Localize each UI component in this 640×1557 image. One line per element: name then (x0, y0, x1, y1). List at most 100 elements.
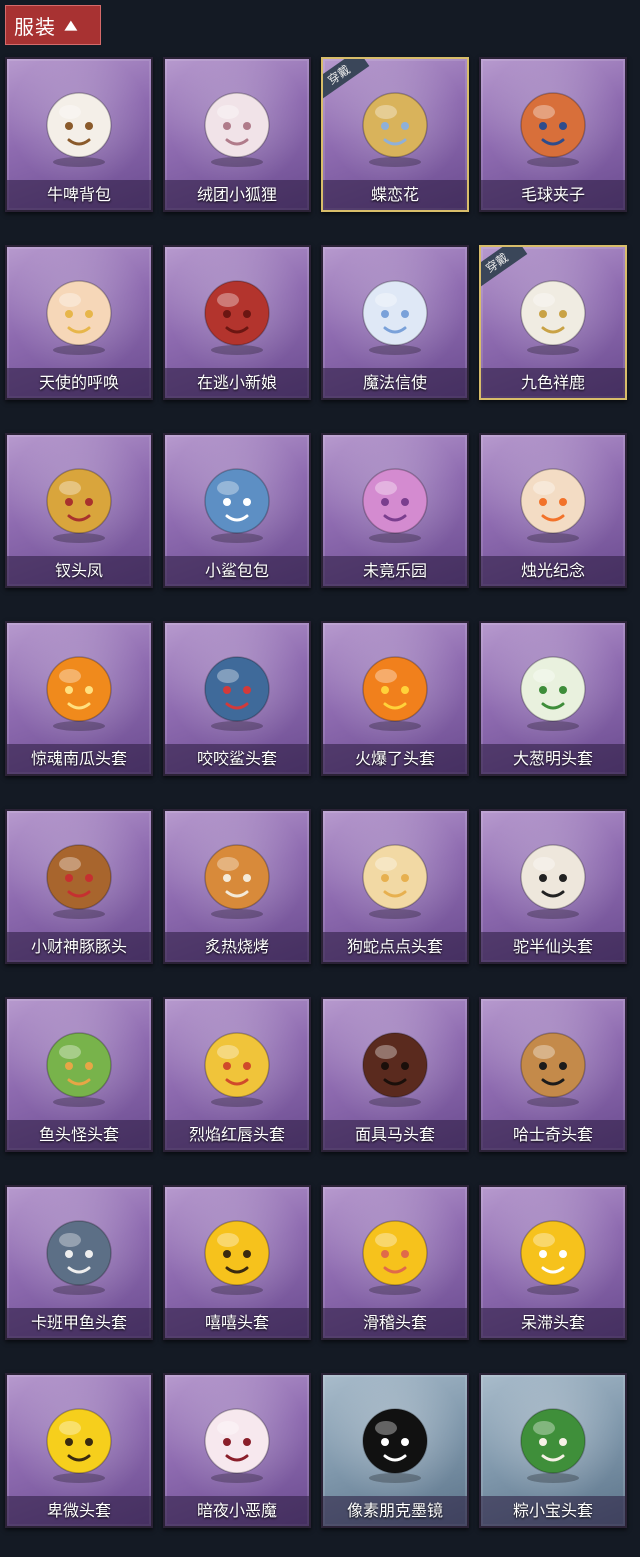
husky-head-icon (505, 1017, 601, 1113)
costume-grid: 牛啤背包 绒团小狐狸 穿戴 蝶恋花 毛球夹子天使的呼唤 在逃小新娘 魔法信使 穿戴 九色祥鹿钗头… (5, 57, 635, 1528)
costume-name: 鱼头怪头套 (7, 1120, 151, 1150)
costume-card[interactable]: 驼半仙头套 (479, 809, 627, 964)
costume-name: 绒团小狐狸 (165, 180, 309, 210)
costume-card[interactable]: 鱼头怪头套 (5, 997, 153, 1152)
costume-card[interactable]: 咬咬鲨头套 (163, 621, 311, 776)
costume-name: 粽小宝头套 (481, 1496, 625, 1526)
cow-beer-icon (31, 77, 127, 173)
costume-name: 魔法信使 (323, 368, 467, 398)
costume-name: 烛光纪念 (481, 556, 625, 586)
elephant-icon (347, 265, 443, 361)
costume-card[interactable]: 惊魂南瓜头套 (5, 621, 153, 776)
fish-head-icon (31, 1017, 127, 1113)
costume-name: 九色祥鹿 (481, 368, 625, 398)
costume-name: 烈焰红唇头套 (165, 1120, 309, 1150)
costume-card[interactable]: 哈士奇头套 (479, 997, 627, 1152)
grill-meat-icon (189, 829, 285, 925)
capybara-icon (31, 829, 127, 925)
costume-card[interactable]: 钗头凤 (5, 433, 153, 588)
shark-bag-icon (189, 453, 285, 549)
costume-card[interactable]: 穿戴 蝶恋花 (321, 57, 469, 212)
costume-card[interactable]: 小鲨包包 (163, 433, 311, 588)
costume-card[interactable]: 滑稽头套 (321, 1185, 469, 1340)
costume-name: 卑微头套 (7, 1496, 151, 1526)
costume-name: 蝶恋花 (323, 180, 467, 210)
phoenix-crown-icon (31, 453, 127, 549)
grin-face-icon (189, 1205, 285, 1301)
chevron-up-icon: ▲ (64, 17, 79, 33)
raccoon-drum-icon (505, 77, 601, 173)
fire-face-icon (347, 641, 443, 737)
costume-name: 火爆了头套 (323, 744, 467, 774)
funny-face-icon (347, 1205, 443, 1301)
costume-card[interactable]: 火爆了头套 (321, 621, 469, 776)
horse-head-icon (347, 1017, 443, 1113)
costume-card[interactable]: 牛啤背包 (5, 57, 153, 212)
snake-head-icon (347, 829, 443, 925)
costume-name: 哈士奇头套 (481, 1120, 625, 1150)
costume-name: 未竟乐园 (323, 556, 467, 586)
costume-card[interactable]: 在逃小新娘 (163, 245, 311, 400)
bear-glasses-icon (505, 829, 601, 925)
costume-card[interactable]: 像素朋克墨镜 (321, 1373, 469, 1528)
pixel-glasses-icon (347, 1393, 443, 1489)
costume-card[interactable]: 嘻嘻头套 (163, 1185, 311, 1340)
pumpkin-icon (31, 641, 127, 737)
candle-icon (505, 453, 601, 549)
costume-name: 在逃小新娘 (165, 368, 309, 398)
whale-icon (31, 1205, 127, 1301)
mushroom-icon (189, 265, 285, 361)
humble-face-icon (31, 1393, 127, 1489)
costume-card[interactable]: 呆滞头套 (479, 1185, 627, 1340)
costume-section-toggle[interactable]: 服装 ▲ (5, 5, 101, 45)
yellow-mouse-icon (189, 1017, 285, 1113)
costume-name: 呆滞头套 (481, 1308, 625, 1338)
costume-name: 天使的呼唤 (7, 368, 151, 398)
costume-name: 小鲨包包 (165, 556, 309, 586)
costume-card[interactable]: 绒团小狐狸 (163, 57, 311, 212)
costume-name: 咬咬鲨头套 (165, 744, 309, 774)
costume-card[interactable]: 天使的呼唤 (5, 245, 153, 400)
costume-name: 小财神豚豚头 (7, 932, 151, 962)
costume-card[interactable]: 卡班甲鱼头套 (5, 1185, 153, 1340)
costume-card[interactable]: 粽小宝头套 (479, 1373, 627, 1528)
costume-card[interactable]: 毛球夹子 (479, 57, 627, 212)
costume-name: 狗蛇点点头套 (323, 932, 467, 962)
costume-name: 卡班甲鱼头套 (7, 1308, 151, 1338)
deer-icon (505, 265, 601, 361)
zongzi-icon (505, 1393, 601, 1489)
costume-card[interactable]: 狗蛇点点头套 (321, 809, 469, 964)
costume-card[interactable]: 卑微头套 (5, 1373, 153, 1528)
costume-name: 面具马头套 (323, 1120, 467, 1150)
costume-name: 钗头凤 (7, 556, 151, 586)
costume-card[interactable]: 未竟乐园 (321, 433, 469, 588)
costume-card[interactable]: 炙热烧烤 (163, 809, 311, 964)
costume-card[interactable]: 小财神豚豚头 (5, 809, 153, 964)
costume-card[interactable]: 暗夜小恶魔 (163, 1373, 311, 1528)
angel-icon (31, 265, 127, 361)
costume-card[interactable]: 烛光纪念 (479, 433, 627, 588)
costume-name: 驼半仙头套 (481, 932, 625, 962)
dazed-face-icon (505, 1205, 601, 1301)
bell-wreath-icon (347, 77, 443, 173)
costume-name: 惊魂南瓜头套 (7, 744, 151, 774)
costume-card[interactable]: 魔法信使 (321, 245, 469, 400)
costume-card[interactable]: 烈焰红唇头套 (163, 997, 311, 1152)
costume-card[interactable]: 面具马头套 (321, 997, 469, 1152)
shark-head-icon (189, 641, 285, 737)
costume-card[interactable]: 穿戴 九色祥鹿 (479, 245, 627, 400)
costume-card[interactable]: 大葱明头套 (479, 621, 627, 776)
doll-icon (347, 453, 443, 549)
costume-name: 暗夜小恶魔 (165, 1496, 309, 1526)
section-title: 服装 (14, 14, 56, 39)
scallion-icon (505, 641, 601, 737)
costume-name: 像素朋克墨镜 (323, 1496, 467, 1526)
costume-name: 滑稽头套 (323, 1308, 467, 1338)
costume-name: 嘻嘻头套 (165, 1308, 309, 1338)
devil-icon (189, 1393, 285, 1489)
costume-name: 大葱明头套 (481, 744, 625, 774)
costume-name: 炙热烧烤 (165, 932, 309, 962)
costume-name: 毛球夹子 (481, 180, 625, 210)
costume-name: 牛啤背包 (7, 180, 151, 210)
fox-icon (189, 77, 285, 173)
